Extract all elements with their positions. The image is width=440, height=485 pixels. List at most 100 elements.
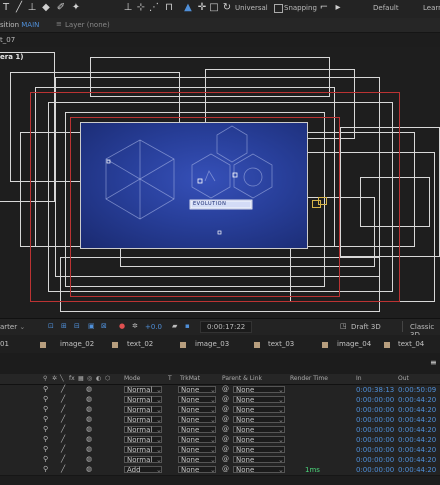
composition-tab[interactable]: sition MAIN bbox=[0, 21, 39, 29]
render-time-column-header[interactable]: Render Time bbox=[290, 375, 328, 382]
roto-brush-tool-icon[interactable]: ✐ bbox=[55, 2, 67, 14]
breadcrumb[interactable]: t_07 bbox=[0, 36, 15, 44]
color-channels-icon[interactable]: ● bbox=[119, 322, 125, 330]
axis-local-icon[interactable]: ⊥ bbox=[122, 2, 134, 14]
in-point-value[interactable]: 0:00:00:00 bbox=[356, 406, 394, 414]
track-matte-dropdown[interactable]: None ⌄ bbox=[178, 386, 216, 394]
label-color-swatch[interactable] bbox=[112, 342, 118, 348]
in-point-value[interactable]: 0:00:00:00 bbox=[356, 416, 394, 424]
hand-tool-icon[interactable]: □ bbox=[208, 2, 220, 14]
layer-tab-item[interactable]: text_02 bbox=[127, 340, 153, 348]
out-point-value[interactable]: 0:00:44:20 bbox=[398, 446, 436, 454]
mask-visibility-icon[interactable]: ▣ bbox=[88, 322, 95, 330]
shy-switch-icon[interactable]: ⚲ bbox=[43, 445, 48, 453]
pick-whip-icon[interactable]: @ bbox=[222, 425, 229, 433]
layer-tab-item[interactable]: image_02 bbox=[60, 340, 94, 348]
in-point-value[interactable]: 0:00:00:00 bbox=[356, 436, 394, 444]
track-matte-dropdown[interactable]: None ⌄ bbox=[178, 416, 216, 424]
motion-blur-switch-icon[interactable]: ◍ bbox=[86, 445, 92, 453]
blend-mode-dropdown[interactable]: Normal ⌄ bbox=[124, 406, 162, 414]
parent-dropdown[interactable]: None ⌄ bbox=[233, 456, 285, 464]
guides-icon[interactable]: ⊟ bbox=[74, 322, 80, 330]
blend-mode-dropdown[interactable]: Add ⌄ bbox=[124, 466, 162, 474]
track-matte-dropdown[interactable]: None ⌄ bbox=[178, 466, 216, 474]
in-point-value[interactable]: 0:00:00:00 bbox=[356, 456, 394, 464]
parent-dropdown[interactable]: None ⌄ bbox=[233, 386, 285, 394]
current-time-display[interactable]: 0:00:17:22 bbox=[200, 321, 253, 333]
universal-label[interactable]: Universal bbox=[235, 4, 268, 12]
quality-switch-icon[interactable]: ╱ bbox=[61, 385, 65, 393]
track-matte-dropdown[interactable]: None ⌄ bbox=[178, 446, 216, 454]
draft-3d-icon[interactable]: ◳ bbox=[340, 322, 347, 330]
parent-dropdown[interactable]: None ⌄ bbox=[233, 416, 285, 424]
track-matte-dropdown[interactable]: None ⌄ bbox=[178, 456, 216, 464]
pick-whip-icon[interactable]: @ bbox=[222, 455, 229, 463]
brush-tool-icon[interactable]: ╱ bbox=[13, 2, 25, 14]
region-of-interest-icon[interactable]: ⊡ bbox=[48, 322, 54, 330]
motion-blur-switch-icon[interactable]: ◍ bbox=[86, 415, 92, 423]
track-matte-dropdown[interactable]: None ⌄ bbox=[178, 396, 216, 404]
quality-switch-icon[interactable]: ╱ bbox=[61, 425, 65, 433]
blend-mode-dropdown[interactable]: Normal ⌄ bbox=[124, 426, 162, 434]
in-point-value[interactable]: 0:00:38:13 bbox=[356, 386, 394, 394]
shy-switch-icon[interactable]: ⚲ bbox=[43, 395, 48, 403]
exposure-value[interactable]: +0.0 bbox=[145, 323, 162, 331]
out-point-value[interactable]: 0:00:44:20 bbox=[398, 416, 436, 424]
transparency-grid-icon[interactable]: ⊞ bbox=[61, 322, 67, 330]
parent-column-header[interactable]: Parent & Link bbox=[222, 375, 262, 382]
type-tool-icon[interactable]: T bbox=[0, 2, 12, 14]
quality-switch-icon[interactable]: ╱ bbox=[61, 405, 65, 413]
pick-whip-icon[interactable]: @ bbox=[222, 415, 229, 423]
pick-whip-icon[interactable]: @ bbox=[222, 395, 229, 403]
eraser-tool-icon[interactable]: ◆ bbox=[40, 2, 52, 14]
blend-mode-dropdown[interactable]: Normal ⌄ bbox=[124, 436, 162, 444]
axis-world-icon[interactable]: ⊹ bbox=[135, 2, 147, 14]
label-color-swatch[interactable] bbox=[384, 342, 390, 348]
t-column-header[interactable]: T bbox=[168, 375, 172, 382]
shy-switch-icon[interactable]: ⚲ bbox=[43, 415, 48, 423]
snap-toggle-icon[interactable]: ⊓ bbox=[163, 2, 175, 14]
out-point-value[interactable]: 0:00:44:20 bbox=[398, 426, 436, 434]
layer-tab-item[interactable]: image_03 bbox=[195, 340, 229, 348]
shy-switch-icon[interactable]: ⚲ bbox=[43, 425, 48, 433]
motion-blur-switch-icon[interactable]: ◍ bbox=[86, 465, 92, 473]
out-point-value[interactable]: 0:00:44:20 bbox=[398, 406, 436, 414]
track-matte-dropdown[interactable]: None ⌄ bbox=[178, 406, 216, 414]
out-point-value[interactable]: 0:00:50:09 bbox=[398, 386, 436, 394]
in-point-value[interactable]: 0:00:00:00 bbox=[356, 466, 394, 474]
shy-switch-icon[interactable]: ⚲ bbox=[43, 385, 48, 393]
out-point-value[interactable]: 0:00:44:20 bbox=[398, 456, 436, 464]
label-color-swatch[interactable] bbox=[254, 342, 260, 348]
pick-whip-icon[interactable]: @ bbox=[222, 385, 229, 393]
show-snapshot-icon[interactable]: ▪ bbox=[185, 322, 190, 330]
shy-switch-icon[interactable]: ⚲ bbox=[43, 405, 48, 413]
motion-blur-switch-icon[interactable]: ◍ bbox=[86, 425, 92, 433]
out-point-value[interactable]: 0:00:44:20 bbox=[398, 396, 436, 404]
motion-blur-switch-icon[interactable]: ◍ bbox=[86, 385, 92, 393]
in-point-value[interactable]: 0:00:00:00 bbox=[356, 446, 394, 454]
parent-dropdown[interactable]: None ⌄ bbox=[233, 446, 285, 454]
rotate-tool-icon[interactable]: ↻ bbox=[221, 2, 233, 14]
composition-viewer[interactable]: era 1) EVOLUTION bbox=[0, 47, 440, 318]
magnification-dropdown[interactable]: arter ⌄ bbox=[0, 323, 25, 331]
out-point-value[interactable]: 0:00:44:20 bbox=[398, 436, 436, 444]
pick-whip-icon[interactable]: @ bbox=[222, 465, 229, 473]
in-point-value[interactable]: 0:00:00:00 bbox=[356, 396, 394, 404]
safe-zones-icon[interactable]: ⊠ bbox=[101, 322, 107, 330]
move-tool-icon[interactable]: ✛ bbox=[196, 2, 208, 14]
in-column-header[interactable]: In bbox=[356, 375, 362, 382]
track-matte-dropdown[interactable]: None ⌄ bbox=[178, 426, 216, 434]
out-column-header[interactable]: Out bbox=[398, 375, 409, 382]
quality-switch-icon[interactable]: ╱ bbox=[61, 465, 65, 473]
quality-switch-icon[interactable]: ╱ bbox=[61, 395, 65, 403]
motion-blur-switch-icon[interactable]: ◍ bbox=[86, 435, 92, 443]
snapshot-camera-icon[interactable]: ▰ bbox=[172, 322, 177, 330]
timeline-layer-row[interactable]: ⚲ ╱ ◍ Add ⌄ None ⌄ @ None ⌄ 1ms 0:00:00:00 0:00:44:2… bbox=[0, 465, 440, 476]
mode-column-header[interactable]: Mode bbox=[124, 375, 140, 382]
quality-switch-icon[interactable]: ╱ bbox=[61, 435, 65, 443]
blend-mode-dropdown[interactable]: Normal ⌄ bbox=[124, 396, 162, 404]
track-matte-dropdown[interactable]: None ⌄ bbox=[178, 436, 216, 444]
layer-tab[interactable]: Layer (none) bbox=[65, 21, 110, 29]
pick-whip-icon[interactable]: @ bbox=[222, 445, 229, 453]
axis-view-icon[interactable]: ⋰ bbox=[148, 2, 160, 14]
